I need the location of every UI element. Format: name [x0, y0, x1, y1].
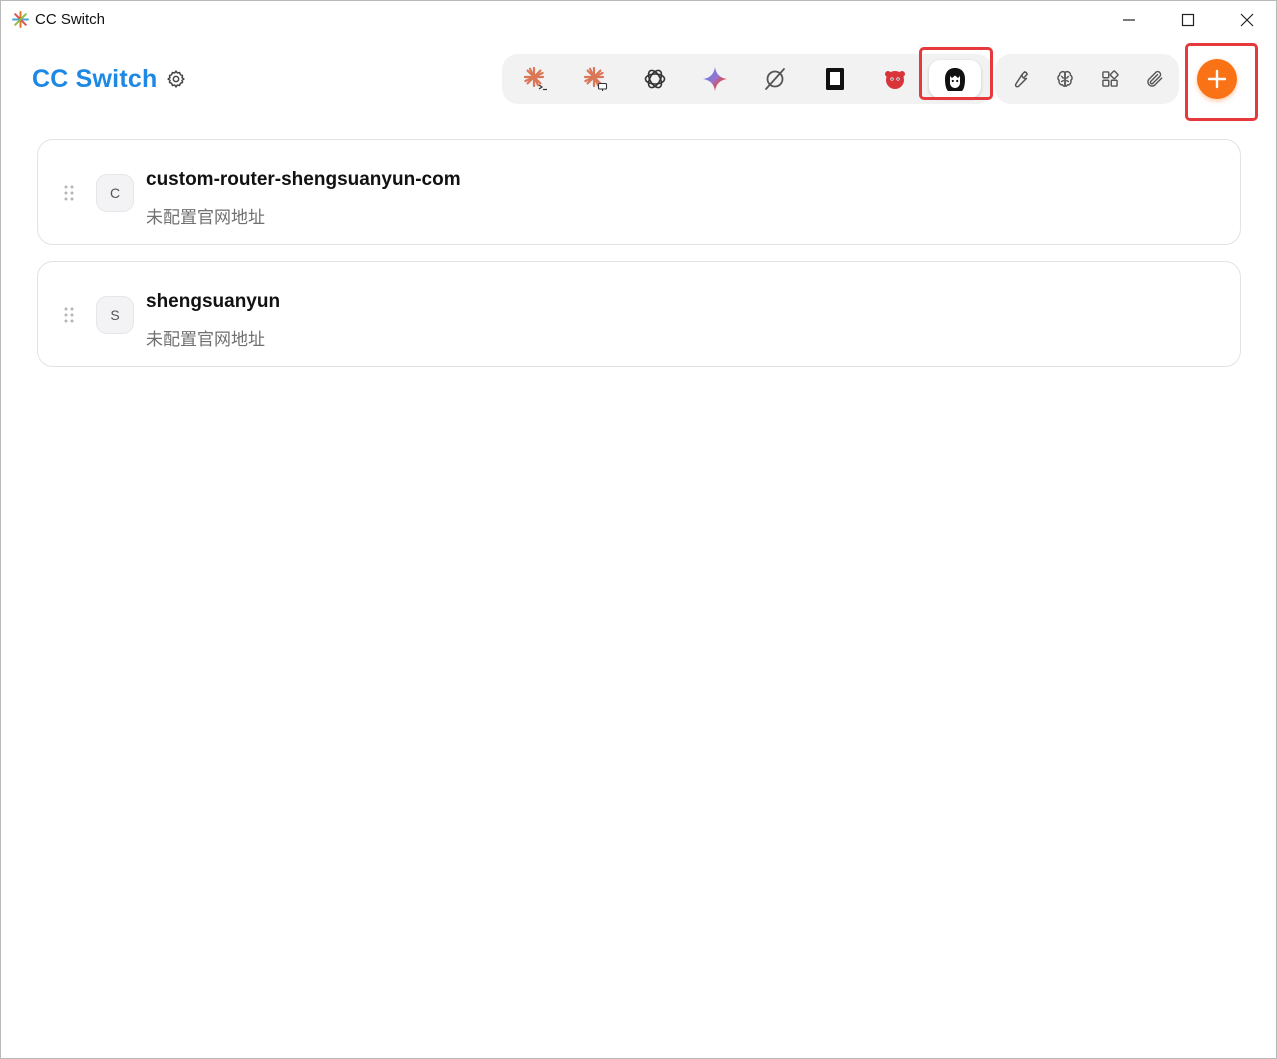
app-switcher [502, 54, 993, 104]
skills-button[interactable] [1096, 65, 1124, 93]
title-bar: CC Switch [1, 1, 1276, 39]
close-button[interactable] [1218, 1, 1276, 39]
plus-icon [1207, 69, 1227, 89]
tab-claude-desktop[interactable] [569, 60, 621, 98]
openai-codex-icon [644, 69, 666, 89]
close-icon [1240, 13, 1254, 27]
claude-code-icon [523, 66, 547, 91]
provider-name: custom-router-shengsuanyun-com [146, 169, 461, 190]
add-provider-button[interactable] [1197, 59, 1237, 99]
tab-gemini[interactable] [689, 60, 741, 98]
apps-grid-icon [1102, 70, 1119, 87]
wrench-icon [1014, 71, 1028, 88]
provider-url: 未配置官网地址 [146, 330, 265, 349]
provider-card[interactable]: S shengsuanyun 未配置官网地址 [37, 261, 1241, 367]
app-title[interactable]: CC Switch [32, 65, 157, 94]
tab-terminal-app[interactable] [809, 60, 861, 98]
provider-url: 未配置官网地址 [146, 208, 265, 227]
provider-avatar: C [96, 174, 134, 212]
app-logo-icon [12, 11, 29, 28]
maximize-button[interactable] [1159, 1, 1217, 39]
opencode-icon [765, 68, 785, 90]
minimize-icon [1123, 19, 1135, 21]
anime-girl-app-icon [945, 68, 965, 91]
tab-openai-codex[interactable] [629, 60, 681, 98]
window-title: CC Switch [35, 11, 106, 28]
drag-handle-icon[interactable] [64, 307, 74, 323]
maximize-icon [1181, 13, 1195, 27]
app-window: CC Switch CC Switch C custom-router-shen… [0, 0, 1277, 1059]
provider-card[interactable]: C custom-router-shengsuanyun-com 未配置官网地址 [37, 139, 1241, 245]
tab-claude-code[interactable] [509, 60, 561, 98]
tools-bar [995, 54, 1179, 104]
minimize-button[interactable] [1100, 1, 1158, 39]
paperclip-icon [1147, 70, 1163, 87]
attachments-button[interactable] [1141, 65, 1169, 93]
tab-mascot-app[interactable] [869, 60, 921, 98]
gemini-icon [703, 67, 727, 91]
claude-desktop-icon [583, 66, 608, 91]
tab-opencode[interactable] [749, 60, 801, 98]
provider-name: shengsuanyun [146, 291, 281, 312]
drag-handle-icon[interactable] [64, 185, 74, 201]
tools-button[interactable] [1006, 65, 1034, 93]
brain-icon [1057, 70, 1073, 87]
mascot-app-icon [885, 71, 905, 89]
gear-icon [167, 70, 185, 88]
provider-avatar: S [96, 296, 134, 334]
tab-anime-girl-app[interactable] [929, 60, 981, 98]
prompts-button[interactable] [1051, 65, 1079, 93]
settings-button[interactable] [163, 66, 189, 92]
terminal-app-icon [826, 68, 844, 90]
